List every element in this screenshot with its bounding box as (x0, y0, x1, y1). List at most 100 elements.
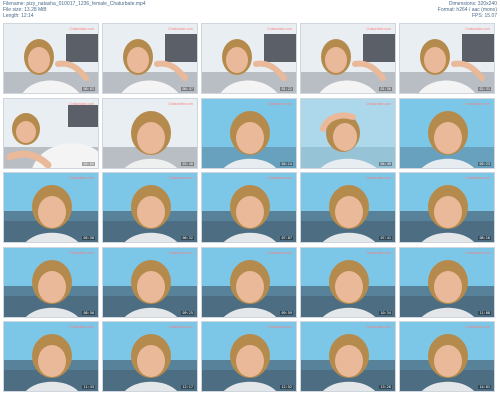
timestamp-text: 04:49 (379, 162, 392, 166)
thumbnail-image (400, 248, 494, 317)
face (424, 47, 446, 73)
thumbnail-image (202, 24, 296, 93)
fps-text: FPS: 15.07 (471, 13, 497, 19)
timestamp-text: 01:56 (379, 87, 392, 91)
thumbnail-frame: Chaturbate.com 13:26 (300, 321, 396, 392)
dark-pillow (462, 34, 494, 62)
thumbnail-frame: Chaturbate.com 07:41 (300, 172, 396, 243)
watermark-text: Chaturbate.com (69, 176, 94, 180)
thumbnail-image (400, 99, 494, 168)
timestamp-text: 04:14 (280, 162, 293, 166)
face (434, 345, 462, 377)
watermark-text: Chaturbate.com (465, 176, 490, 180)
thumbnail-image (103, 99, 197, 168)
face (137, 196, 165, 228)
thumbnail-frame: Chaturbate.com 04:14 (201, 98, 297, 169)
watermark-text: Chaturbate.com (366, 102, 391, 106)
thumbnail-image (4, 322, 98, 391)
thumbnail-image (400, 322, 494, 391)
thumbnail-image (400, 24, 494, 93)
watermark-text: Chaturbate.com (465, 251, 490, 255)
thumbnail-grid: Chaturbate.com 00:03 Chaturbate.com 00:47 Ch… (2, 22, 498, 398)
face (325, 47, 347, 73)
watermark-text: Chaturbate.com (366, 251, 391, 255)
timestamp-text: 12:17 (181, 385, 194, 389)
thumbnail-image (4, 248, 98, 317)
timestamp-text: 12:52 (280, 385, 293, 389)
dark-pillow (68, 105, 98, 127)
dark-pillow (165, 34, 197, 62)
face (137, 345, 165, 377)
thumbnail-image (301, 24, 395, 93)
dark-pillow (66, 34, 98, 62)
metadata-header: Filename: pizy_natasha_010017_1236_femal… (0, 0, 500, 22)
dark-pillow (264, 34, 296, 62)
thumbnail-image (301, 322, 395, 391)
thumbnail-image (202, 248, 296, 317)
thumbnail-image (103, 173, 197, 242)
timestamp-text: 03:40 (181, 162, 194, 166)
face (226, 47, 248, 73)
watermark-text: Chaturbate.com (267, 251, 292, 255)
face (38, 345, 66, 377)
thumbnail-frame: Chaturbate.com 01:22 (201, 23, 297, 94)
timestamp-text: 13:26 (379, 385, 392, 389)
watermark-text: Chaturbate.com (168, 176, 193, 180)
timestamp-text: 11:08 (478, 311, 491, 315)
watermark-text: Chaturbate.com (168, 251, 193, 255)
timestamp-text: 08:50 (82, 311, 95, 315)
face (137, 271, 165, 303)
watermark-text: Chaturbate.com (465, 102, 490, 106)
thumbnail-image (4, 24, 98, 93)
thumbnail-frame: Chaturbate.com 04:49 (300, 98, 396, 169)
watermark-text: Chaturbate.com (69, 102, 94, 106)
thumbnail-frame: Chaturbate.com 00:47 (102, 23, 198, 94)
thumbnail-frame: Chaturbate.com 00:03 (3, 23, 99, 94)
watermark-text: Chaturbate.com (168, 102, 193, 106)
thumbnail-frame: Chaturbate.com 09:25 (102, 247, 198, 318)
face (236, 196, 264, 228)
timestamp-text: 14:01 (478, 385, 491, 389)
face (434, 196, 462, 228)
thumbnail-frame: Chaturbate.com 07:07 (201, 172, 297, 243)
thumbnail-image (4, 99, 98, 168)
timestamp-text: 01:22 (280, 87, 293, 91)
watermark-text: Chaturbate.com (267, 176, 292, 180)
watermark-text: Chaturbate.com (267, 27, 292, 31)
timestamp-text: 02:31 (478, 87, 491, 91)
dark-pillow (363, 34, 395, 62)
face (16, 121, 36, 143)
watermark-text: Chaturbate.com (366, 176, 391, 180)
watermark-text: Chaturbate.com (69, 251, 94, 255)
face (127, 47, 149, 73)
thumbnail-frame: Chaturbate.com 05:58 (3, 172, 99, 243)
thumbnail-frame: Chaturbate.com 03:05 (3, 98, 99, 169)
thumbnail-frame: Chaturbate.com 09:59 (201, 247, 297, 318)
watermark-text: Chaturbate.com (465, 27, 490, 31)
face (333, 123, 357, 151)
length-text: Length: 12:14 (3, 13, 34, 19)
thumbnail-frame: Chaturbate.com 06:32 (102, 172, 198, 243)
timestamp-text: 08:16 (478, 236, 491, 240)
timestamp-text: 00:03 (82, 87, 95, 91)
face (137, 122, 165, 154)
timestamp-text: 11:43 (82, 385, 95, 389)
timestamp-text: 00:47 (181, 87, 194, 91)
timestamp-text: 07:41 (379, 236, 392, 240)
watermark-text: Chaturbate.com (168, 27, 193, 31)
thumbnail-frame: Chaturbate.com 03:40 (102, 98, 198, 169)
thumbnail-frame: Chaturbate.com 05:23 (399, 98, 495, 169)
face (434, 122, 462, 154)
thumbnail-frame: Chaturbate.com 08:50 (3, 247, 99, 318)
face (236, 345, 264, 377)
watermark-text: Chaturbate.com (267, 102, 292, 106)
thumbnail-image (301, 248, 395, 317)
thumbnail-frame: Chaturbate.com 02:31 (399, 23, 495, 94)
face (236, 122, 264, 154)
face (335, 271, 363, 303)
face (434, 271, 462, 303)
thumbnail-frame: Chaturbate.com 08:16 (399, 172, 495, 243)
thumbnail-image (202, 99, 296, 168)
thumbnail-frame: Chaturbate.com 14:01 (399, 321, 495, 392)
watermark-text: Chaturbate.com (267, 325, 292, 329)
